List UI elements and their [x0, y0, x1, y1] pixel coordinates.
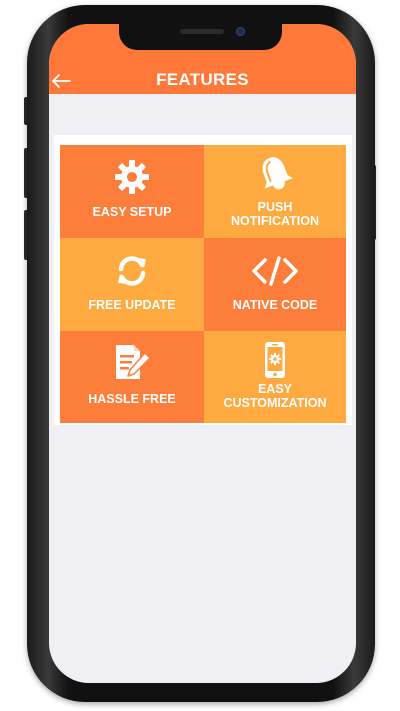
feature-label: NATIVE CODE	[232, 298, 318, 312]
feature-label: EASY CUSTOMIZATION	[223, 382, 327, 410]
feature-label: EASY SETUP	[92, 205, 172, 219]
feature-tile-easy-customization[interactable]: EASY CUSTOMIZATION	[204, 331, 346, 423]
gear-icon	[115, 160, 149, 194]
feature-label: PUSH NOTIFICATION	[231, 200, 319, 228]
refresh-icon	[118, 256, 146, 286]
feature-label: FREE UPDATE	[88, 298, 176, 312]
features-grid: EASY SETUP PUSH NOTIFICATION FREE UPDATE…	[60, 145, 346, 423]
feature-tile-free-update[interactable]: FREE UPDATE	[60, 238, 204, 331]
document-edit-icon	[116, 345, 151, 379]
feature-label: HASSLE FREE	[88, 392, 176, 406]
speaker-grille	[180, 29, 224, 34]
feature-tile-push-notification[interactable]: PUSH NOTIFICATION	[204, 145, 346, 238]
code-icon	[252, 256, 298, 286]
feature-tile-hassle-free[interactable]: HASSLE FREE	[60, 331, 204, 423]
front-camera	[236, 27, 245, 36]
phone-notch	[119, 20, 282, 50]
bell-icon	[262, 157, 293, 190]
feature-tile-native-code[interactable]: NATIVE CODE	[204, 238, 346, 331]
mobile-settings-icon	[265, 342, 285, 378]
feature-tile-easy-setup[interactable]: EASY SETUP	[60, 145, 204, 238]
page-title: FEATURES	[156, 70, 249, 89]
